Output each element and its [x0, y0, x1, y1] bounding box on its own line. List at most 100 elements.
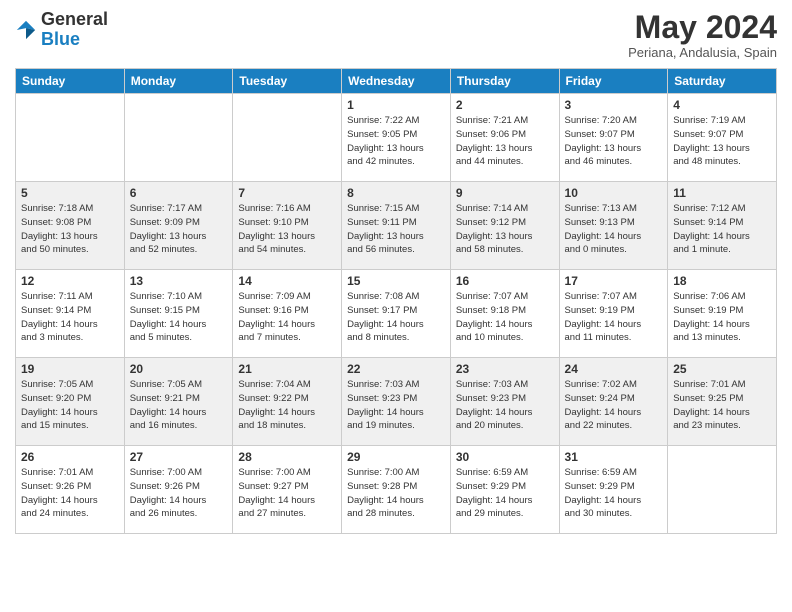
- day-number: 21: [238, 362, 336, 376]
- day-number: 19: [21, 362, 119, 376]
- logo-text: General Blue: [41, 10, 108, 50]
- calendar-week-5: 26Sunrise: 7:01 AM Sunset: 9:26 PM Dayli…: [16, 446, 777, 534]
- day-number: 2: [456, 98, 554, 112]
- day-number: 16: [456, 274, 554, 288]
- calendar-cell: 6Sunrise: 7:17 AM Sunset: 9:09 PM Daylig…: [124, 182, 233, 270]
- day-number: 13: [130, 274, 228, 288]
- calendar-cell: 25Sunrise: 7:01 AM Sunset: 9:25 PM Dayli…: [668, 358, 777, 446]
- page: General Blue May 2024 Periana, Andalusia…: [0, 0, 792, 612]
- day-number: 30: [456, 450, 554, 464]
- day-info: Sunrise: 7:20 AM Sunset: 9:07 PM Dayligh…: [565, 114, 663, 169]
- day-number: 14: [238, 274, 336, 288]
- day-number: 23: [456, 362, 554, 376]
- day-number: 7: [238, 186, 336, 200]
- header: General Blue May 2024 Periana, Andalusia…: [15, 10, 777, 60]
- day-info: Sunrise: 7:03 AM Sunset: 9:23 PM Dayligh…: [347, 378, 445, 433]
- day-info: Sunrise: 7:11 AM Sunset: 9:14 PM Dayligh…: [21, 290, 119, 345]
- day-number: 28: [238, 450, 336, 464]
- day-info: Sunrise: 7:22 AM Sunset: 9:05 PM Dayligh…: [347, 114, 445, 169]
- calendar-cell: 28Sunrise: 7:00 AM Sunset: 9:27 PM Dayli…: [233, 446, 342, 534]
- calendar-cell: 9 Sunrise: 7:14 AM Sunset: 9:12 PM Daylig…: [450, 182, 559, 270]
- calendar-cell: 30 Sunrise: 6:59 AM Sunset: 9:29 PM Dayli…: [450, 446, 559, 534]
- day-info: Sunrise: 7:00 AM Sunset: 9:26 PM Dayligh…: [130, 466, 228, 521]
- day-info: Sunrise: 7:02 AM Sunset: 9:24 PM Dayligh…: [565, 378, 663, 433]
- calendar-cell: 4Sunrise: 7:19 AM Sunset: 9:07 PM Daylig…: [668, 94, 777, 182]
- calendar-cell: 14 Sunrise: 7:09 AM Sunset: 9:16 PM Dayli…: [233, 270, 342, 358]
- day-number: 9: [456, 186, 554, 200]
- day-info: Sunrise: 7:01 AM Sunset: 9:26 PM Dayligh…: [21, 466, 119, 521]
- calendar-week-1: 1 Sunrise: 7:22 AM Sunset: 9:05 PM Daylig…: [16, 94, 777, 182]
- calendar-cell: 13 Sunrise: 7:10 AM Sunset: 9:15 PM Dayli…: [124, 270, 233, 358]
- calendar-week-4: 19 Sunrise: 7:05 AM Sunset: 9:20 PM Dayli…: [16, 358, 777, 446]
- day-info: Sunrise: 7:19 AM Sunset: 9:07 PM Dayligh…: [673, 114, 771, 169]
- calendar-cell: 12 Sunrise: 7:11 AM Sunset: 9:14 PM Dayli…: [16, 270, 125, 358]
- logo: General Blue: [15, 10, 108, 50]
- day-number: 31: [565, 450, 663, 464]
- day-info: Sunrise: 7:03 AM Sunset: 9:23 PM Dayligh…: [456, 378, 554, 433]
- calendar-cell: 21 Sunrise: 7:04 AM Sunset: 9:22 PM Dayli…: [233, 358, 342, 446]
- col-header-sunday: Sunday: [16, 69, 125, 94]
- day-info: Sunrise: 7:12 AM Sunset: 9:14 PM Dayligh…: [673, 202, 771, 257]
- calendar-cell: 26Sunrise: 7:01 AM Sunset: 9:26 PM Dayli…: [16, 446, 125, 534]
- calendar-cell: 27Sunrise: 7:00 AM Sunset: 9:26 PM Dayli…: [124, 446, 233, 534]
- calendar-header-row: SundayMondayTuesdayWednesdayThursdayFrid…: [16, 69, 777, 94]
- calendar-cell: [233, 94, 342, 182]
- calendar-cell: 1 Sunrise: 7:22 AM Sunset: 9:05 PM Daylig…: [342, 94, 451, 182]
- calendar-cell: 18Sunrise: 7:06 AM Sunset: 9:19 PM Dayli…: [668, 270, 777, 358]
- day-info: Sunrise: 7:21 AM Sunset: 9:06 PM Dayligh…: [456, 114, 554, 169]
- day-info: Sunrise: 7:14 AM Sunset: 9:12 PM Dayligh…: [456, 202, 554, 257]
- calendar-cell: 15Sunrise: 7:08 AM Sunset: 9:17 PM Dayli…: [342, 270, 451, 358]
- day-number: 17: [565, 274, 663, 288]
- day-number: 8: [347, 186, 445, 200]
- day-info: Sunrise: 6:59 AM Sunset: 9:29 PM Dayligh…: [456, 466, 554, 521]
- day-info: Sunrise: 7:16 AM Sunset: 9:10 PM Dayligh…: [238, 202, 336, 257]
- calendar-cell: 5 Sunrise: 7:18 AM Sunset: 9:08 PM Daylig…: [16, 182, 125, 270]
- day-number: 24: [565, 362, 663, 376]
- calendar: SundayMondayTuesdayWednesdayThursdayFrid…: [15, 68, 777, 534]
- day-info: Sunrise: 7:04 AM Sunset: 9:22 PM Dayligh…: [238, 378, 336, 433]
- day-number: 10: [565, 186, 663, 200]
- day-info: Sunrise: 7:05 AM Sunset: 9:21 PM Dayligh…: [130, 378, 228, 433]
- col-header-saturday: Saturday: [668, 69, 777, 94]
- day-info: Sunrise: 6:59 AM Sunset: 9:29 PM Dayligh…: [565, 466, 663, 521]
- col-header-wednesday: Wednesday: [342, 69, 451, 94]
- calendar-cell: 19 Sunrise: 7:05 AM Sunset: 9:20 PM Dayli…: [16, 358, 125, 446]
- day-info: Sunrise: 7:17 AM Sunset: 9:09 PM Dayligh…: [130, 202, 228, 257]
- day-info: Sunrise: 7:05 AM Sunset: 9:20 PM Dayligh…: [21, 378, 119, 433]
- day-info: Sunrise: 7:15 AM Sunset: 9:11 PM Dayligh…: [347, 202, 445, 257]
- calendar-cell: 8 Sunrise: 7:15 AM Sunset: 9:11 PM Daylig…: [342, 182, 451, 270]
- col-header-thursday: Thursday: [450, 69, 559, 94]
- day-number: 11: [673, 186, 771, 200]
- calendar-cell: 24 Sunrise: 7:02 AM Sunset: 9:24 PM Dayli…: [559, 358, 668, 446]
- month-title: May 2024: [628, 10, 777, 45]
- day-number: 3: [565, 98, 663, 112]
- title-block: May 2024 Periana, Andalusia, Spain: [628, 10, 777, 60]
- day-number: 5: [21, 186, 119, 200]
- day-info: Sunrise: 7:01 AM Sunset: 9:25 PM Dayligh…: [673, 378, 771, 433]
- calendar-cell: 23 Sunrise: 7:03 AM Sunset: 9:23 PM Dayli…: [450, 358, 559, 446]
- calendar-cell: 20Sunrise: 7:05 AM Sunset: 9:21 PM Dayli…: [124, 358, 233, 446]
- col-header-tuesday: Tuesday: [233, 69, 342, 94]
- calendar-cell: 7 Sunrise: 7:16 AM Sunset: 9:10 PM Daylig…: [233, 182, 342, 270]
- logo-icon: [15, 19, 37, 41]
- day-info: Sunrise: 7:10 AM Sunset: 9:15 PM Dayligh…: [130, 290, 228, 345]
- calendar-cell: 31 Sunrise: 6:59 AM Sunset: 9:29 PM Dayli…: [559, 446, 668, 534]
- calendar-cell: 10Sunrise: 7:13 AM Sunset: 9:13 PM Dayli…: [559, 182, 668, 270]
- day-info: Sunrise: 7:07 AM Sunset: 9:19 PM Dayligh…: [565, 290, 663, 345]
- calendar-week-2: 5 Sunrise: 7:18 AM Sunset: 9:08 PM Daylig…: [16, 182, 777, 270]
- day-number: 12: [21, 274, 119, 288]
- day-number: 29: [347, 450, 445, 464]
- day-info: Sunrise: 7:00 AM Sunset: 9:28 PM Dayligh…: [347, 466, 445, 521]
- calendar-cell: 16 Sunrise: 7:07 AM Sunset: 9:18 PM Dayli…: [450, 270, 559, 358]
- day-info: Sunrise: 7:06 AM Sunset: 9:19 PM Dayligh…: [673, 290, 771, 345]
- day-info: Sunrise: 7:18 AM Sunset: 9:08 PM Dayligh…: [21, 202, 119, 257]
- day-number: 1: [347, 98, 445, 112]
- day-info: Sunrise: 7:08 AM Sunset: 9:17 PM Dayligh…: [347, 290, 445, 345]
- day-info: Sunrise: 7:09 AM Sunset: 9:16 PM Dayligh…: [238, 290, 336, 345]
- calendar-cell: 22Sunrise: 7:03 AM Sunset: 9:23 PM Dayli…: [342, 358, 451, 446]
- calendar-cell: [668, 446, 777, 534]
- calendar-cell: 11 Sunrise: 7:12 AM Sunset: 9:14 PM Dayli…: [668, 182, 777, 270]
- calendar-week-3: 12 Sunrise: 7:11 AM Sunset: 9:14 PM Dayli…: [16, 270, 777, 358]
- calendar-cell: 3 Sunrise: 7:20 AM Sunset: 9:07 PM Daylig…: [559, 94, 668, 182]
- day-info: Sunrise: 7:07 AM Sunset: 9:18 PM Dayligh…: [456, 290, 554, 345]
